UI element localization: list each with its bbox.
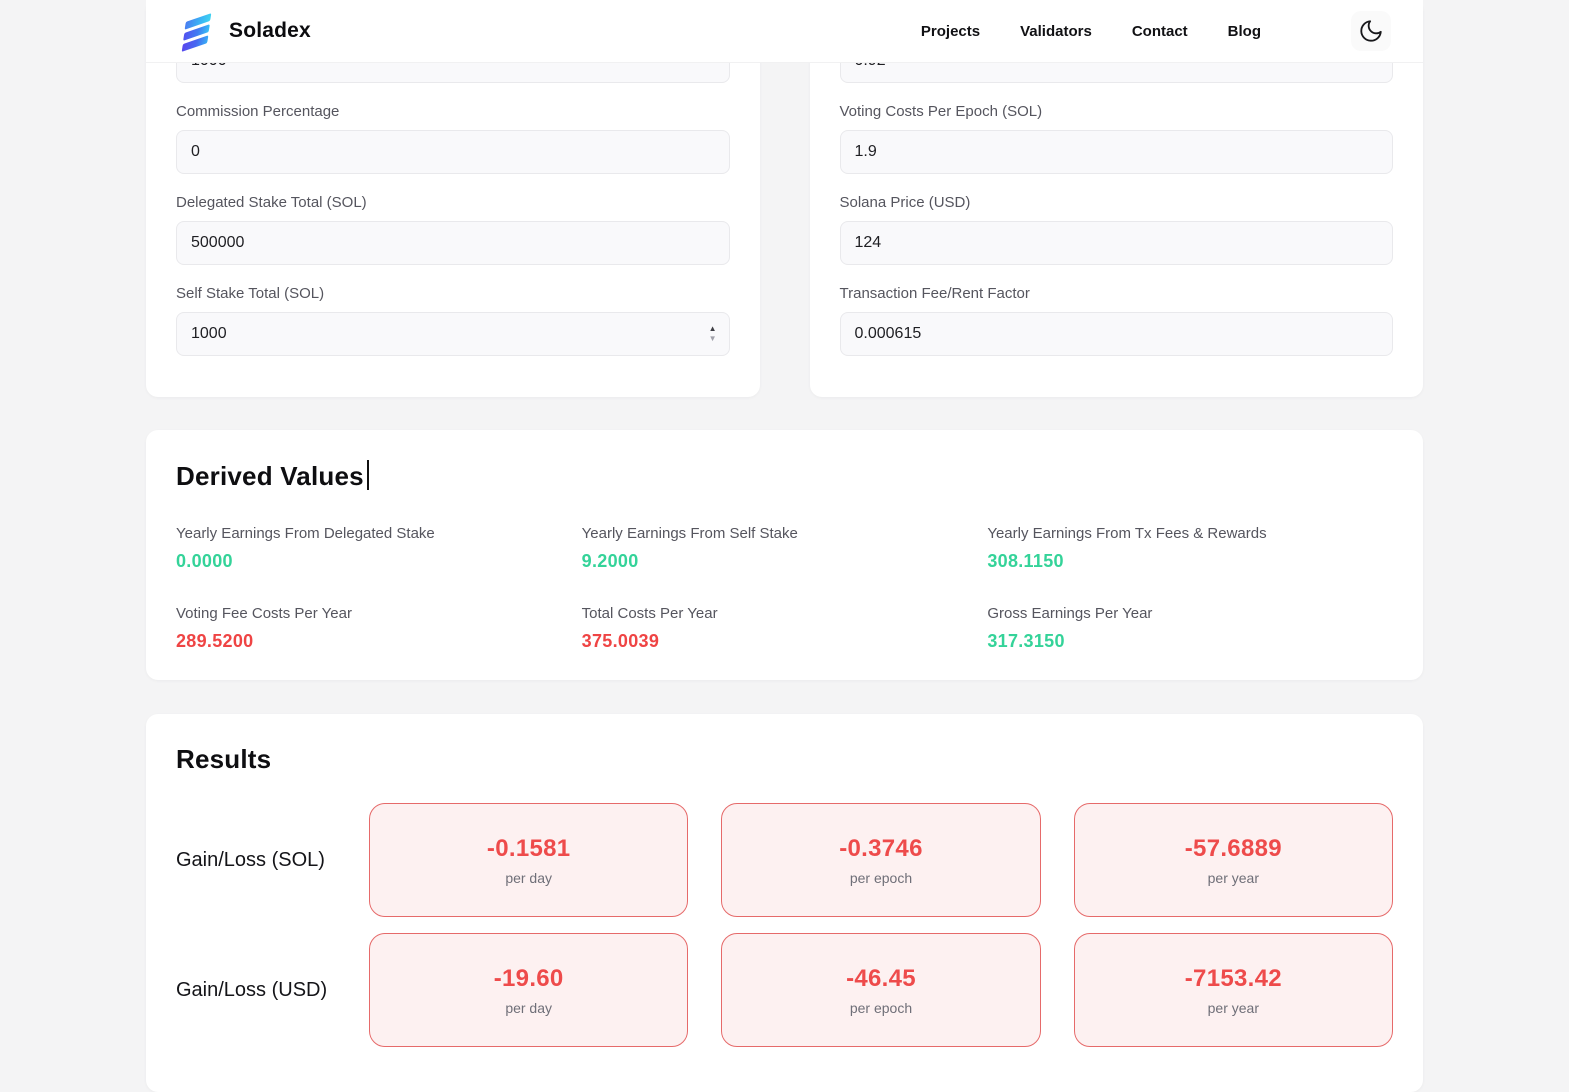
- stepper-up-icon[interactable]: ▲: [709, 325, 717, 333]
- metric-label: Yearly Earnings From Tx Fees & Rewards: [987, 525, 1393, 542]
- result-value: -0.1581: [487, 835, 571, 863]
- metric-yearly-earnings-delegated-stake: Yearly Earnings From Delegated Stake 0.0…: [176, 525, 582, 572]
- result-unit: per epoch: [850, 870, 912, 886]
- result-box-sol-per-year: -57.6889 per year: [1074, 803, 1393, 917]
- result-value: -46.45: [846, 965, 916, 993]
- top-navigation-bar: Soladex Projects Validators Contact Blog: [146, 0, 1423, 63]
- stepper-down-icon[interactable]: ▼: [709, 335, 717, 343]
- gain-loss-sol-label: Gain/Loss (SOL): [176, 849, 336, 872]
- field-label: Voting Costs Per Epoch (SOL): [840, 103, 1394, 120]
- metric-value: 0.0000: [176, 551, 582, 572]
- moon-icon: [1358, 18, 1384, 44]
- metric-label: Gross Earnings Per Year: [987, 605, 1393, 622]
- voting-costs-per-epoch-input[interactable]: [840, 130, 1394, 174]
- field-label: Solana Price (USD): [840, 194, 1394, 211]
- derived-values-grid: Yearly Earnings From Delegated Stake 0.0…: [176, 525, 1393, 652]
- result-value: -19.60: [494, 965, 564, 993]
- result-unit: per year: [1208, 870, 1259, 886]
- brand-name: Soladex: [229, 19, 311, 43]
- solana-price-field: Solana Price (USD): [840, 194, 1394, 265]
- result-value: -7153.42: [1185, 965, 1282, 993]
- metric-value: 9.2000: [582, 551, 988, 572]
- text-cursor: [367, 460, 369, 490]
- commission-percentage-input[interactable]: [176, 130, 730, 174]
- result-box-usd-per-year: -7153.42 per year: [1074, 933, 1393, 1047]
- number-stepper: ▲ ▼: [709, 325, 717, 343]
- result-value: -0.3746: [839, 835, 923, 863]
- nav-item-validators[interactable]: Validators: [1020, 23, 1092, 40]
- metric-total-costs-per-year: Total Costs Per Year 375.0039: [582, 605, 988, 652]
- metric-value: 289.5200: [176, 631, 582, 652]
- nav-item-blog[interactable]: Blog: [1228, 23, 1261, 40]
- commission-percentage-field: Commission Percentage: [176, 103, 730, 174]
- metric-yearly-earnings-tx-fees-rewards: Yearly Earnings From Tx Fees & Rewards 3…: [987, 525, 1393, 572]
- self-stake-total-input[interactable]: [176, 312, 730, 356]
- metric-value: 317.3150: [987, 631, 1393, 652]
- metric-label: Yearly Earnings From Self Stake: [582, 525, 988, 542]
- metric-gross-earnings-per-year: Gross Earnings Per Year 317.3150: [987, 605, 1393, 652]
- solana-price-input[interactable]: [840, 221, 1394, 265]
- results-card: Results Gain/Loss (SOL) -0.1581 per day …: [146, 714, 1423, 1092]
- field-label: Self Stake Total (SOL): [176, 285, 730, 302]
- result-box-usd-per-epoch: -46.45 per epoch: [721, 933, 1040, 1047]
- voting-costs-per-epoch-field: Voting Costs Per Epoch (SOL): [840, 103, 1394, 174]
- nav-item-projects[interactable]: Projects: [921, 23, 980, 40]
- results-grid: Gain/Loss (SOL) -0.1581 per day -0.3746 …: [176, 803, 1393, 1047]
- result-value: -57.6889: [1185, 835, 1282, 863]
- result-box-sol-per-day: -0.1581 per day: [369, 803, 688, 917]
- result-box-usd-per-day: -19.60 per day: [369, 933, 688, 1047]
- transaction-fee-rent-factor-field: Transaction Fee/Rent Factor: [840, 285, 1394, 356]
- derived-values-card: Derived Values Yearly Earnings From Dele…: [146, 430, 1423, 680]
- results-title: Results: [176, 744, 1393, 775]
- page-container: Soladex Projects Validators Contact Blog: [146, 0, 1423, 1092]
- main-nav: Projects Validators Contact Blog: [921, 11, 1391, 51]
- metric-yearly-earnings-self-stake: Yearly Earnings From Self Stake 9.2000: [582, 525, 988, 572]
- metric-value: 375.0039: [582, 631, 988, 652]
- metric-voting-fee-costs-per-year: Voting Fee Costs Per Year 289.5200: [176, 605, 582, 652]
- metric-value: 308.1150: [987, 551, 1393, 572]
- result-box-sol-per-epoch: -0.3746 per epoch: [721, 803, 1040, 917]
- soladex-logo-icon: [175, 13, 219, 51]
- result-unit: per year: [1208, 1000, 1259, 1016]
- gain-loss-usd-label: Gain/Loss (USD): [176, 979, 336, 1002]
- field-label: Commission Percentage: [176, 103, 730, 120]
- metric-label: Total Costs Per Year: [582, 605, 988, 622]
- metric-label: Voting Fee Costs Per Year: [176, 605, 582, 622]
- field-label: Transaction Fee/Rent Factor: [840, 285, 1394, 302]
- theme-toggle-button[interactable]: [1351, 11, 1391, 51]
- derived-values-title: Derived Values: [176, 460, 1393, 492]
- transaction-fee-rent-factor-input[interactable]: [840, 312, 1394, 356]
- nav-item-contact[interactable]: Contact: [1132, 23, 1188, 40]
- delegated-stake-total-input[interactable]: [176, 221, 730, 265]
- metric-label: Yearly Earnings From Delegated Stake: [176, 525, 582, 542]
- result-unit: per epoch: [850, 1000, 912, 1016]
- result-unit: per day: [505, 870, 552, 886]
- self-stake-total-field: Self Stake Total (SOL) ▲ ▼: [176, 285, 730, 356]
- brand-logo[interactable]: Soladex: [178, 17, 311, 46]
- field-label: Delegated Stake Total (SOL): [176, 194, 730, 211]
- result-unit: per day: [505, 1000, 552, 1016]
- delegated-stake-total-field: Delegated Stake Total (SOL): [176, 194, 730, 265]
